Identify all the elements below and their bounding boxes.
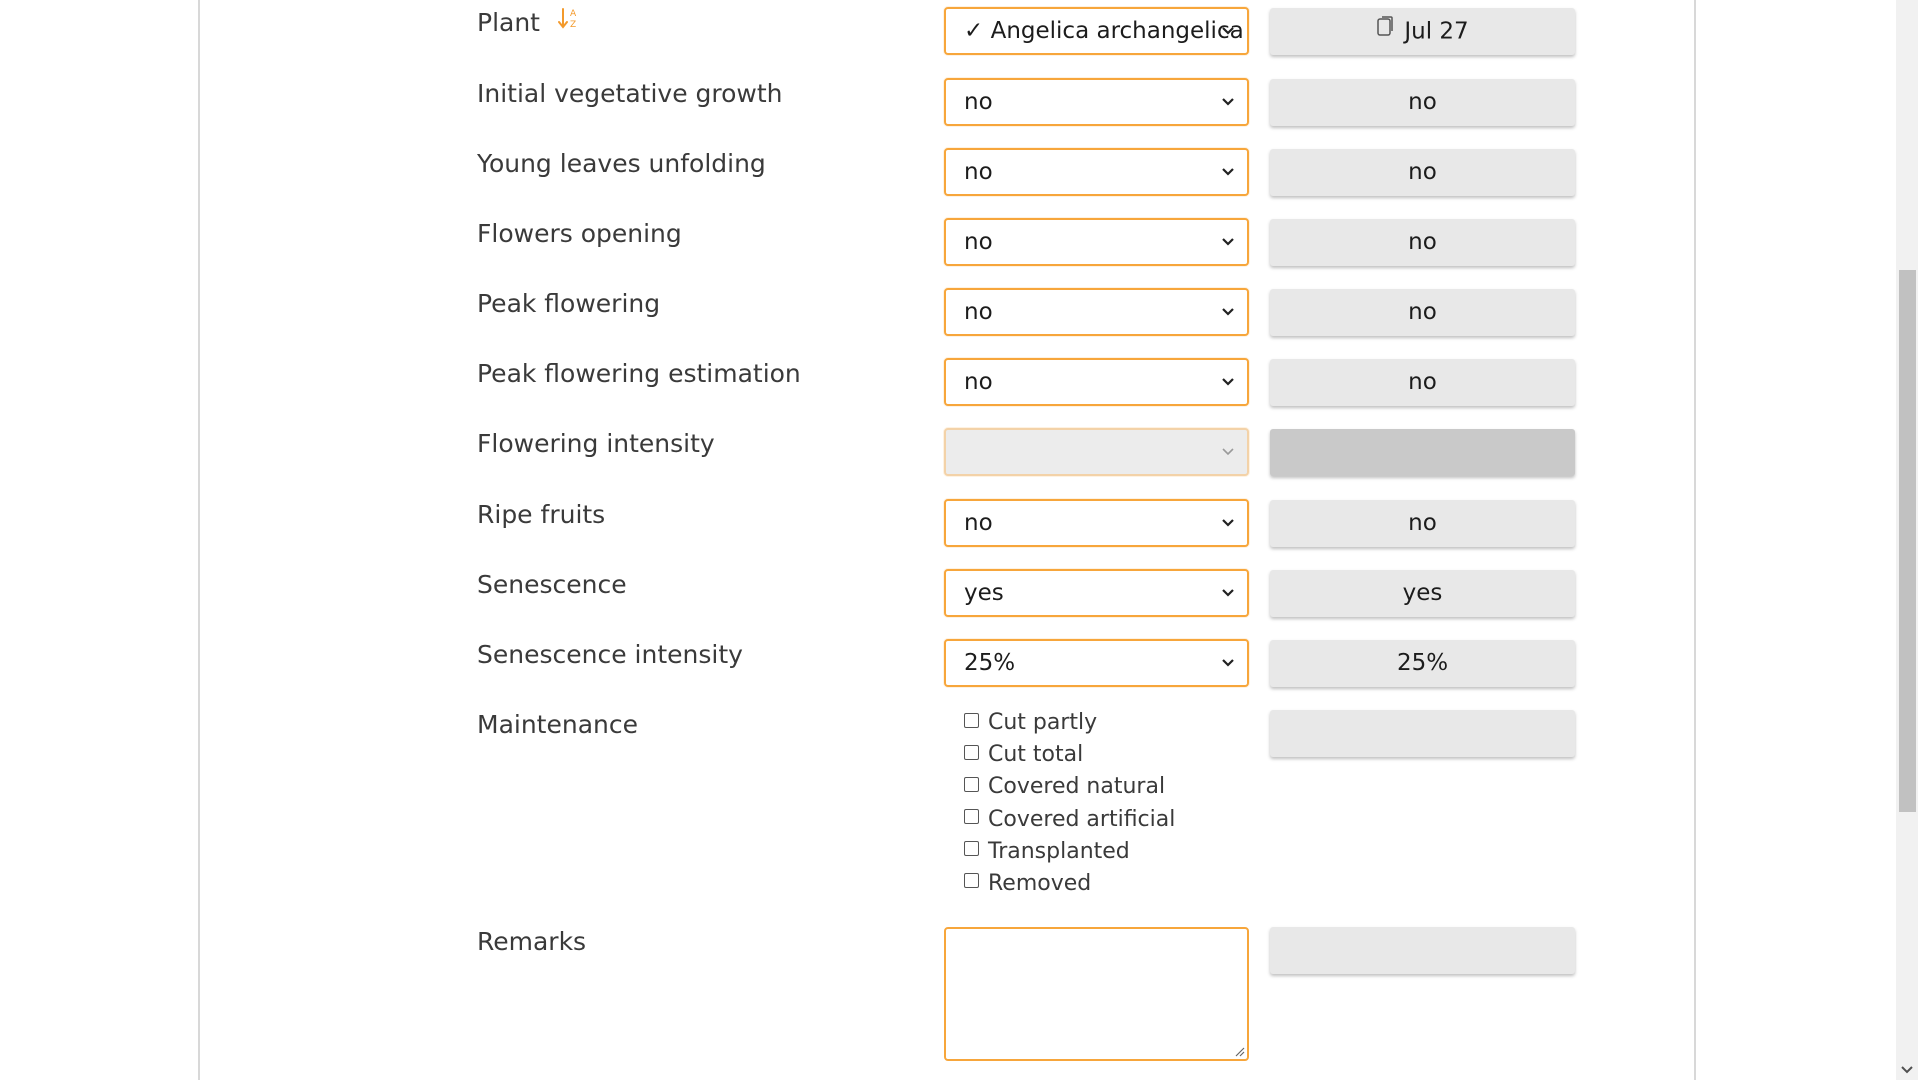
field-label: Maintenance — [477, 710, 638, 739]
field-label: Flowering intensity — [477, 429, 715, 458]
plant-select[interactable]: ✓ Angelica archangelica — [944, 7, 1249, 55]
maintenance-checkbox-group: Cut partly Cut total Covered natural Cov… — [964, 710, 1175, 903]
checkbox[interactable] — [964, 809, 979, 825]
checkbox[interactable] — [964, 744, 979, 760]
scroll-down-arrow-icon[interactable] — [1901, 1066, 1913, 1074]
young-leaves-unfolding-select[interactable]: no — [944, 148, 1249, 196]
resize-grip-icon[interactable] — [1233, 1045, 1245, 1057]
checkbox[interactable] — [964, 776, 979, 792]
checkbox[interactable] — [964, 873, 979, 889]
chevron-down-icon — [1222, 168, 1234, 176]
form-row-flowering-intensity: Flowering intensity — [200, 421, 1694, 476]
scrollbar[interactable] — [1896, 0, 1918, 1080]
chevron-down-icon — [1222, 659, 1234, 667]
peak-flowering-select[interactable]: no — [944, 288, 1249, 336]
field-label-plant: Plant A Z — [477, 8, 580, 39]
initial-vegetative-growth-copy-button[interactable]: no — [1270, 79, 1575, 126]
field-label: Ripe fruits — [477, 500, 606, 529]
chevron-down-icon — [1222, 238, 1234, 246]
peak-flowering-estimation-select[interactable]: no — [944, 358, 1249, 406]
young-leaves-unfolding-copy-button[interactable]: no — [1270, 149, 1575, 196]
sort-alpha-down-icon[interactable]: A Z — [557, 6, 580, 36]
field-label: Flowers opening — [477, 219, 682, 248]
field-label: Senescence intensity — [477, 640, 743, 669]
svg-text:A: A — [570, 9, 577, 19]
field-label: Initial vegetative growth — [477, 79, 783, 108]
checkbox-cut-partly[interactable]: Cut partly — [964, 710, 1175, 742]
flowers-opening-copy-button[interactable]: no — [1270, 219, 1575, 266]
remarks-textarea[interactable] — [944, 927, 1249, 1061]
checkbox[interactable] — [964, 712, 979, 728]
clipboard-icon — [1376, 15, 1394, 43]
remarks-copy-button[interactable] — [1270, 927, 1575, 974]
page: Plant A Z ✓ Angelica archangelica Jul 27… — [0, 0, 1918, 1080]
field-label: Peak flowering estimation — [477, 359, 801, 388]
checkbox-covered-artificial[interactable]: Covered artificial — [964, 807, 1175, 839]
checkbox-removed[interactable]: Removed — [964, 871, 1175, 903]
chevron-down-icon — [1222, 589, 1234, 597]
checkbox[interactable] — [964, 841, 979, 857]
chevron-down-icon — [1222, 448, 1234, 456]
senescence-copy-button[interactable]: yes — [1270, 570, 1575, 617]
chevron-down-icon — [1222, 98, 1234, 106]
chevron-down-icon — [1222, 519, 1234, 527]
form-row-peak-flowering-estimation: Peak flowering estimation no no — [200, 351, 1694, 406]
form-row-maintenance: Maintenance — [200, 702, 1694, 757]
flowering-intensity-copy-button — [1270, 429, 1575, 476]
form-row-flowers-opening: Flowers opening no no — [200, 211, 1694, 266]
ripe-fruits-select[interactable]: no — [944, 499, 1249, 547]
form-row-initial-vegetative-growth: Initial vegetative growth no no — [200, 71, 1694, 126]
plant-copy-button[interactable]: Jul 27 — [1270, 8, 1575, 55]
checkbox-covered-natural[interactable]: Covered natural — [964, 774, 1175, 806]
field-label: Young leaves unfolding — [477, 149, 766, 178]
flowers-opening-select[interactable]: no — [944, 218, 1249, 266]
initial-vegetative-growth-select[interactable]: no — [944, 78, 1249, 126]
field-label: Remarks — [477, 927, 587, 956]
maintenance-copy-button[interactable] — [1270, 710, 1575, 757]
form-panel: Plant A Z ✓ Angelica archangelica Jul 27… — [198, 0, 1696, 1080]
peak-flowering-copy-button[interactable]: no — [1270, 289, 1575, 336]
chevron-down-icon — [1222, 378, 1234, 386]
checkbox-cut-total[interactable]: Cut total — [964, 742, 1175, 774]
flowering-intensity-select — [944, 428, 1249, 476]
form-row-senescence: Senescence yes yes — [200, 562, 1694, 617]
checkbox-transplanted[interactable]: Transplanted — [964, 839, 1175, 871]
ripe-fruits-copy-button[interactable]: no — [1270, 500, 1575, 547]
chevron-down-icon — [1222, 27, 1234, 35]
peak-flowering-estimation-copy-button[interactable]: no — [1270, 359, 1575, 406]
field-label: Senescence — [477, 570, 627, 599]
senescence-intensity-select[interactable]: 25% — [944, 639, 1249, 687]
scrollbar-thumb[interactable] — [1899, 270, 1916, 812]
form-row-plant: Plant A Z ✓ Angelica archangelica Jul 27 — [200, 0, 1694, 55]
svg-text:Z: Z — [570, 20, 576, 30]
form-row-young-leaves-unfolding: Young leaves unfolding no no — [200, 141, 1694, 196]
field-label: Peak flowering — [477, 289, 661, 318]
chevron-down-icon — [1222, 308, 1234, 316]
senescence-intensity-copy-button[interactable]: 25% — [1270, 640, 1575, 687]
form-row-peak-flowering: Peak flowering no no — [200, 281, 1694, 336]
senescence-select[interactable]: yes — [944, 569, 1249, 617]
form-row-ripe-fruits: Ripe fruits no no — [200, 492, 1694, 547]
form-row-senescence-intensity: Senescence intensity 25% 25% — [200, 632, 1694, 687]
